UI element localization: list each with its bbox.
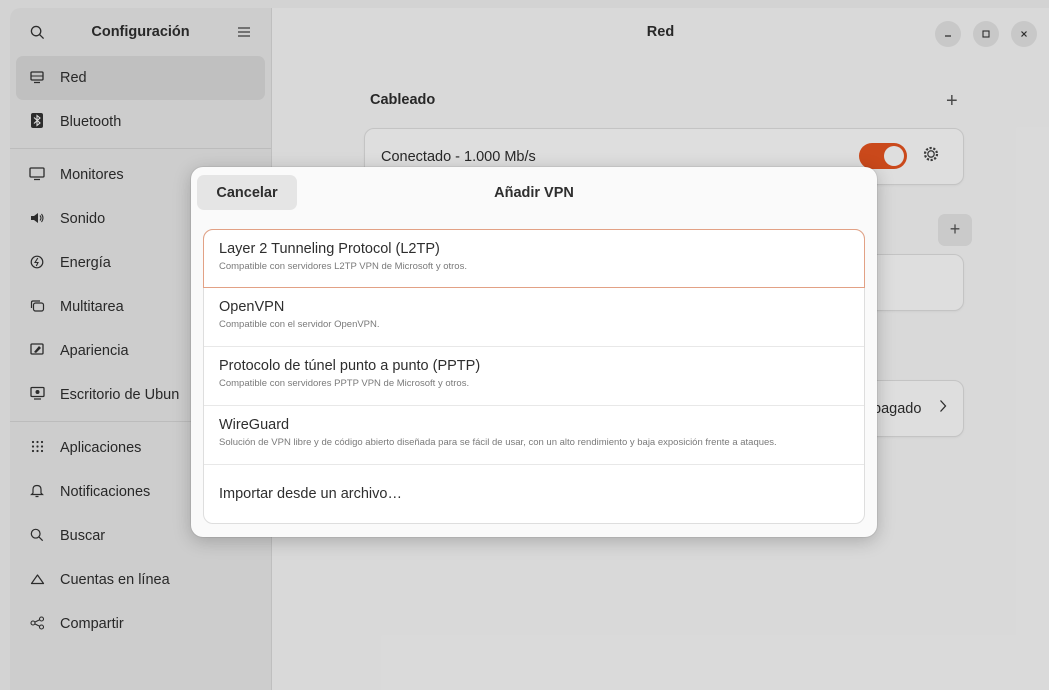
vpn-option-name: OpenVPN [219,299,285,315]
vpn-option-pptp[interactable]: Protocolo de túnel punto a punto (PPTP) … [204,347,864,406]
vpn-option-openvpn[interactable]: OpenVPN Compatible con el servidor OpenV… [204,288,864,347]
vpn-option-description: Compatible con el servidor OpenVPN. [219,319,380,330]
vpn-import-from-file[interactable]: Importar desde un archivo… [204,465,864,523]
cancel-button[interactable]: Cancelar [197,175,297,210]
dialog-header: Cancelar Añadir VPN [191,167,877,219]
vpn-option-name: Layer 2 Tunneling Protocol (L2TP) [219,241,440,257]
vpn-option-name: Protocolo de túnel punto a punto (PPTP) [219,358,481,374]
vpn-option-description: Compatible con servidores L2TP VPN de Mi… [219,261,467,272]
vpn-type-list: Layer 2 Tunneling Protocol (L2TP) Compat… [203,229,865,524]
vpn-option-l2tp[interactable]: Layer 2 Tunneling Protocol (L2TP) Compat… [203,229,865,288]
vpn-option-name: WireGuard [219,417,290,433]
vpn-option-description: Solución de VPN libre y de código abiert… [219,437,777,448]
vpn-option-description: Compatible con servidores PPTP VPN de Mi… [219,378,470,389]
vpn-option-wireguard[interactable]: WireGuard Solución de VPN libre y de cód… [204,406,864,465]
dialog-title: Añadir VPN [494,185,574,201]
add-vpn-dialog: Cancelar Añadir VPN Layer 2 Tunneling Pr… [191,167,877,537]
import-label: Importar desde un archivo… [219,486,402,502]
